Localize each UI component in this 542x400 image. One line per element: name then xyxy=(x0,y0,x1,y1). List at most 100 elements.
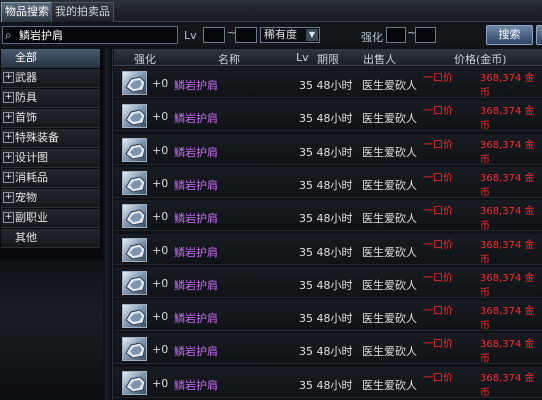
item-name: 鳞岩护肩 xyxy=(174,245,218,259)
item-lv-duration: 35 48小时 xyxy=(299,112,353,126)
category-list: 全部 + 武器 + 防具 + 首饰 + 特殊装备 + 设计图 + 消耗品 + 宠… xyxy=(0,49,103,400)
item-enhance: +0 xyxy=(152,310,169,324)
category-pet[interactable]: + 宠物 xyxy=(1,189,100,208)
background-art xyxy=(0,259,103,400)
item-seller: 医生爱砍人 xyxy=(362,145,417,159)
item-seller: 医生爱砍人 xyxy=(362,112,417,126)
item-price: 368,374 金币 xyxy=(480,172,535,199)
item-lv-duration: 35 48小时 xyxy=(299,79,353,92)
category-jewelry[interactable]: + 首饰 xyxy=(1,109,100,128)
item-price: 368,374 金币 xyxy=(480,306,535,333)
enhance-label: 强化 xyxy=(361,31,383,44)
category-other[interactable]: 其他 xyxy=(1,229,100,248)
expand-icon[interactable]: + xyxy=(3,192,14,203)
shoulder-armor-icon[interactable] xyxy=(122,71,147,95)
category-sub-profession[interactable]: + 副职业 xyxy=(1,209,100,228)
table-row[interactable]: +0 鳞岩护肩 35 48小时 医生爱砍人 一口价 368,374 金币 xyxy=(114,233,542,266)
search-button[interactable]: 搜索 xyxy=(486,25,533,45)
table-row[interactable]: +0 鳞岩护肩 35 48小时 医生爱砍人 一口价 368,374 金币 xyxy=(114,166,542,199)
results-list: +0 鳞岩护肩 35 48小时 医生爱砍人 一口价 368,374 金币 +0 鳞岩护肩 35 … xyxy=(114,67,542,400)
item-buyout-label: 一口价 xyxy=(423,339,453,351)
divider xyxy=(105,49,113,400)
expand-icon[interactable]: + xyxy=(3,152,14,163)
category-label: 全部 xyxy=(15,51,37,64)
enhance-max-input[interactable] xyxy=(415,27,436,43)
item-price: 368,374 金币 xyxy=(480,372,535,399)
column-seller[interactable]: 出售人 xyxy=(363,51,396,67)
table-row[interactable]: +0 鳞岩护肩 35 48小时 医生爱砍人 一口价 368,374 金币 xyxy=(114,200,542,233)
item-lv-duration: 35 48小时 xyxy=(299,312,353,326)
item-enhance: +0 xyxy=(152,77,169,90)
category-weapon[interactable]: + 武器 xyxy=(1,69,100,88)
expand-icon[interactable]: + xyxy=(3,132,14,143)
shoulder-armor-icon[interactable] xyxy=(122,104,147,129)
item-buyout-label: 一口价 xyxy=(423,306,453,318)
expand-icon[interactable]: + xyxy=(3,92,14,103)
item-seller: 医生爱砍人 xyxy=(362,345,417,359)
item-price: 368,374 金币 xyxy=(480,239,535,266)
shoulder-armor-icon[interactable] xyxy=(122,337,147,362)
expand-icon[interactable]: + xyxy=(3,112,14,123)
shoulder-armor-icon[interactable] xyxy=(122,304,147,329)
category-armor[interactable]: + 防具 xyxy=(1,89,100,108)
table-row[interactable]: +0 鳞岩护肩 35 48小时 医生爱砍人 一口价 368,374 金币 xyxy=(114,133,542,166)
rarity-select-value: 稀有度 xyxy=(264,28,297,41)
column-enhance[interactable]: 强化 xyxy=(134,51,156,67)
column-price[interactable]: 价格(金币) xyxy=(454,51,507,67)
column-lv[interactable]: Lv xyxy=(296,51,309,64)
lv-min-input[interactable] xyxy=(203,27,225,43)
column-name[interactable]: 名称 xyxy=(218,51,240,67)
item-lv-duration: 35 48小时 xyxy=(299,278,353,292)
item-buyout-label: 一口价 xyxy=(423,106,453,118)
table-row[interactable]: +0 鳞岩护肩 35 48小时 医生爱砍人 一口价 368,374 金币 xyxy=(114,67,542,99)
item-seller: 医生爱砍人 xyxy=(362,245,417,259)
table-row[interactable]: +0 鳞岩护肩 35 48小时 医生爱砍人 一口价 368,374 金币 xyxy=(114,366,542,399)
enhance-min-input[interactable] xyxy=(386,27,406,43)
category-consumable[interactable]: + 消耗品 xyxy=(1,169,100,188)
item-name: 鳞岩护肩 xyxy=(174,212,218,226)
category-blueprint[interactable]: + 设计图 xyxy=(1,149,100,168)
item-seller: 医生爱砍人 xyxy=(362,212,417,226)
table-row[interactable]: +0 鳞岩护肩 35 48小时 医生爱砍人 一口价 368,374 金币 xyxy=(114,300,542,333)
shoulder-armor-icon[interactable] xyxy=(122,170,147,195)
tab-item-search[interactable]: 物品搜索 xyxy=(1,2,53,22)
shoulder-armor-icon[interactable] xyxy=(122,370,147,395)
search-box: ⌕ xyxy=(2,26,178,44)
table-row[interactable]: +0 鳞岩护肩 35 48小时 医生爱砍人 一口价 368,374 金币 xyxy=(114,333,542,365)
shoulder-armor-icon[interactable] xyxy=(122,204,147,229)
table-row[interactable]: +0 鳞岩护肩 35 48小时 医生爱砍人 一口价 368,374 金币 xyxy=(114,266,542,299)
item-buyout-label: 一口价 xyxy=(423,239,453,251)
item-lv-duration: 35 48小时 xyxy=(299,245,353,259)
item-enhance: +0 xyxy=(152,243,169,257)
item-buyout-label: 一口价 xyxy=(423,139,453,151)
expand-icon[interactable]: + xyxy=(3,212,14,223)
expand-icon[interactable]: + xyxy=(3,172,14,183)
lv-max-input[interactable] xyxy=(235,27,257,43)
shoulder-armor-icon[interactable] xyxy=(122,237,147,262)
search-icon: ⌕ xyxy=(5,28,12,42)
item-buyout-label: 一口价 xyxy=(423,73,453,84)
category-label: 防具 xyxy=(15,91,37,104)
item-name: 鳞岩护肩 xyxy=(174,145,218,159)
category-special-equipment[interactable]: + 特殊装备 xyxy=(1,129,100,148)
expand-icon[interactable]: + xyxy=(3,72,14,83)
item-buyout-label: 一口价 xyxy=(423,206,453,218)
tab-bar: 物品搜索 我的拍卖品 xyxy=(0,0,542,22)
search-row: ⌕ Lv ~ 稀有度 ▼ 强化 ~ 搜索 xyxy=(0,23,542,47)
item-seller: 医生爱砍人 xyxy=(362,278,417,292)
category-label: 消耗品 xyxy=(15,171,48,184)
rarity-select[interactable]: 稀有度 ▼ xyxy=(260,27,320,43)
shoulder-armor-icon[interactable] xyxy=(122,137,147,162)
item-buyout-label: 一口价 xyxy=(423,272,453,284)
column-duration[interactable]: 期限 xyxy=(317,51,339,67)
extra-button[interactable] xyxy=(536,25,542,45)
search-input[interactable] xyxy=(19,28,175,42)
table-row[interactable]: +0 鳞岩护肩 35 48小时 医生爱砍人 一口价 368,374 金币 xyxy=(114,100,542,132)
item-price: 368,374 金币 xyxy=(480,139,535,166)
item-name: 鳞岩护肩 xyxy=(174,178,218,192)
item-price: 368,374 金币 xyxy=(480,206,535,233)
tab-my-auctions[interactable]: 我的拍卖品 xyxy=(51,2,114,22)
shoulder-armor-icon[interactable] xyxy=(122,270,147,295)
item-name: 鳞岩护肩 xyxy=(174,278,218,292)
category-all[interactable]: 全部 xyxy=(1,49,100,68)
